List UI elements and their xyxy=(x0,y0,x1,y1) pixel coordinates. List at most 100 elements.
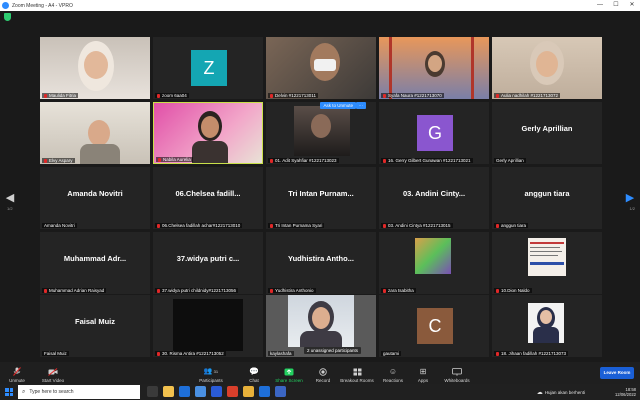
file-explorer-icon[interactable] xyxy=(163,386,174,397)
participant-tile-active-speaker[interactable]: Nabila Aurelia xyxy=(153,102,263,164)
gallery-grid: Maulida Fitria Z zoom 6aa04 Delvin #1221… xyxy=(40,37,602,357)
participant-tile[interactable]: 2 unassigned participants kaylashafa xyxy=(266,295,376,357)
clock[interactable]: 18:58 12/06/2022 xyxy=(615,387,636,397)
record-button[interactable]: Record xyxy=(312,362,334,384)
muted-mic-icon xyxy=(157,351,160,356)
participant-display-name: 06.Chelsea fadill... xyxy=(175,189,241,198)
participant-tile[interactable]: Aulia nadhilah #1221713072 xyxy=(492,37,602,99)
participant-display-name: Gerly Aprillian xyxy=(521,124,573,133)
apps-icon: ⊞ xyxy=(419,367,427,376)
muted-mic-icon xyxy=(270,93,273,98)
participant-tile[interactable]: Gerly Aprillian Gerly Aprillian xyxy=(492,102,602,164)
prev-page-arrow-icon[interactable]: ◀ xyxy=(4,190,16,206)
apps-button[interactable]: ⊞ Apps xyxy=(414,362,432,384)
participant-tile[interactable]: C gautami xyxy=(379,295,489,357)
participant-tile[interactable]: Faisal Muiz Faisal Muiz xyxy=(40,295,150,357)
participant-display-name: 03. Andini Cinty... xyxy=(402,189,466,198)
avatar: C xyxy=(417,308,453,344)
participant-tile[interactable]: Z zoom 6aa04 xyxy=(153,37,263,99)
participant-name-label: Aulia nadhilah #1221713072 xyxy=(494,93,561,98)
participant-display-name: Faisal Muiz xyxy=(74,317,115,326)
whiteboards-button[interactable]: Whiteboards xyxy=(442,362,472,384)
window-title: Zoom Meeting - A4 - VPRO xyxy=(12,2,73,9)
participant-tile[interactable]: Tri Intan Purnam... Tri Intan Purnama Sy… xyxy=(266,167,376,229)
breakout-rooms-button[interactable]: Breakout Rooms xyxy=(338,362,376,384)
share-screen-button[interactable]: Share Screen xyxy=(273,362,305,384)
participant-tile[interactable]: Ask to Unmute ··· 01. Adit Syahfiar #122… xyxy=(266,102,376,164)
chat-button[interactable]: 💬 Chat xyxy=(244,362,264,384)
participant-name-label: 06.Chelsea fadillah achar#1221713010 xyxy=(155,223,243,228)
video-off-icon xyxy=(48,367,58,376)
system-tray: ☁ Hujan akan berhenti 18:58 12/06/2022 xyxy=(537,384,636,400)
meeting-toolbar: Unmute Start Video 👥 31 Participants 💬 Ch… xyxy=(0,362,640,384)
participant-name-label: Faisal Muiz xyxy=(42,351,69,356)
more-options-icon[interactable]: ··· xyxy=(355,102,366,109)
taskbar-pinned-apps xyxy=(147,386,291,397)
weather-widget[interactable]: ☁ Hujan akan berhenti xyxy=(537,389,585,396)
store-icon[interactable] xyxy=(195,386,206,397)
muted-mic-icon xyxy=(270,223,273,228)
chrome-icon[interactable] xyxy=(243,386,254,397)
participant-name-label: 16. Gerry Gilbert Gunawan #1221713021 xyxy=(381,158,473,163)
reactions-button[interactable]: ☺ Reactions xyxy=(381,362,405,384)
participant-tile[interactable]: anggun tiara anggun tiara xyxy=(492,167,602,229)
muted-mic-icon xyxy=(496,288,499,293)
task-view-icon[interactable] xyxy=(147,386,158,397)
participant-tile[interactable]: 06.Chelsea fadill... 06.Chelsea fadillah… xyxy=(153,167,263,229)
unmute-button[interactable]: Unmute xyxy=(4,362,30,384)
participant-display-name: 37.widya putri c... xyxy=(176,254,240,263)
participant-tile[interactable]: Delvin #1221713011 xyxy=(266,37,376,99)
unassigned-participants-badge[interactable]: 2 unassigned participants xyxy=(304,347,362,354)
edge-icon[interactable] xyxy=(179,386,190,397)
avatar: G xyxy=(417,115,453,151)
participant-tile[interactable]: Amanda Novitri Amanda Novitri xyxy=(40,167,150,229)
participant-tile[interactable]: zara tsabitha xyxy=(379,232,489,294)
maximize-button[interactable]: ☐ xyxy=(608,0,624,11)
minimize-button[interactable]: — xyxy=(592,0,608,11)
muted-mic-icon xyxy=(157,288,160,293)
participant-tile[interactable]: Yudhistira Antho... Yudhistira Anthonio xyxy=(266,232,376,294)
participant-tile[interactable]: Syafa Naura #1221713070 xyxy=(379,37,489,99)
participant-tile[interactable]: 37.widya putri c... 37.widya putri child… xyxy=(153,232,263,294)
smiley-icon: ☺ xyxy=(388,367,398,376)
participant-name-label: anggun tiara xyxy=(494,223,529,228)
participant-tile[interactable]: Maulida Fitria xyxy=(40,37,150,99)
powerpoint-icon[interactable] xyxy=(227,386,238,397)
participant-display-name: Yudhistira Antho... xyxy=(288,254,354,263)
ask-to-unmute-button[interactable]: Ask to Unmute xyxy=(320,102,356,109)
shield-icon[interactable] xyxy=(4,13,11,21)
close-button[interactable]: ✕ xyxy=(624,0,640,11)
participant-name-label: 01. Adit Syahfiar #1221713023 xyxy=(268,158,339,163)
participant-name-label: Muhammad Adrian Raisyad xyxy=(42,288,107,293)
page-indicator-right: 1/2 xyxy=(629,206,635,211)
share-screen-icon xyxy=(284,367,294,376)
muted-mic-icon xyxy=(157,93,160,98)
chat-icon: 💬 xyxy=(249,367,259,376)
word-icon[interactable] xyxy=(211,386,222,397)
participants-button[interactable]: 👥 31 Participants xyxy=(196,362,226,384)
muted-mic-icon xyxy=(383,223,386,228)
breakout-rooms-icon xyxy=(352,367,362,376)
participant-tile[interactable]: Elvy Aspary xyxy=(40,102,150,164)
windows-start-icon[interactable] xyxy=(5,388,13,396)
muted-mic-icon xyxy=(496,93,499,98)
app-icon[interactable] xyxy=(275,386,286,397)
participant-tile[interactable]: 18. Jihaan fadillah #1221713073 xyxy=(492,295,602,357)
participant-tile[interactable]: Muhammad Adr... Muhammad Adrian Raisyad xyxy=(40,232,150,294)
participant-name-label: 10.Dion Naldo xyxy=(494,288,532,293)
leave-room-button[interactable]: Leave Room xyxy=(600,367,634,379)
next-page-arrow-icon[interactable]: ▶ xyxy=(624,190,636,206)
muted-mic-icon xyxy=(383,288,386,293)
participant-tile[interactable]: 30. Risma Antira #1221713052 xyxy=(153,295,263,357)
participant-tile[interactable]: G 16. Gerry Gilbert Gunawan #1221713021 xyxy=(379,102,489,164)
participant-tile[interactable]: 03. Andini Cinty... 03. Andini Cintya #1… xyxy=(379,167,489,229)
participant-name-label: zoom 6aa04 xyxy=(155,93,189,98)
zoom-taskbar-icon[interactable] xyxy=(259,386,270,397)
participant-display-name: Muhammad Adr... xyxy=(63,254,127,263)
participant-tile[interactable]: 10.Dion Naldo xyxy=(492,232,602,294)
whiteboard-icon xyxy=(452,367,462,376)
start-video-button[interactable]: Start Video xyxy=(38,362,68,384)
participant-name-label: Syafa Naura #1221713070 xyxy=(381,93,444,98)
participant-display-name: anggun tiara xyxy=(524,189,570,198)
taskbar-search-box[interactable]: ⌕ Type here to search xyxy=(18,385,140,399)
